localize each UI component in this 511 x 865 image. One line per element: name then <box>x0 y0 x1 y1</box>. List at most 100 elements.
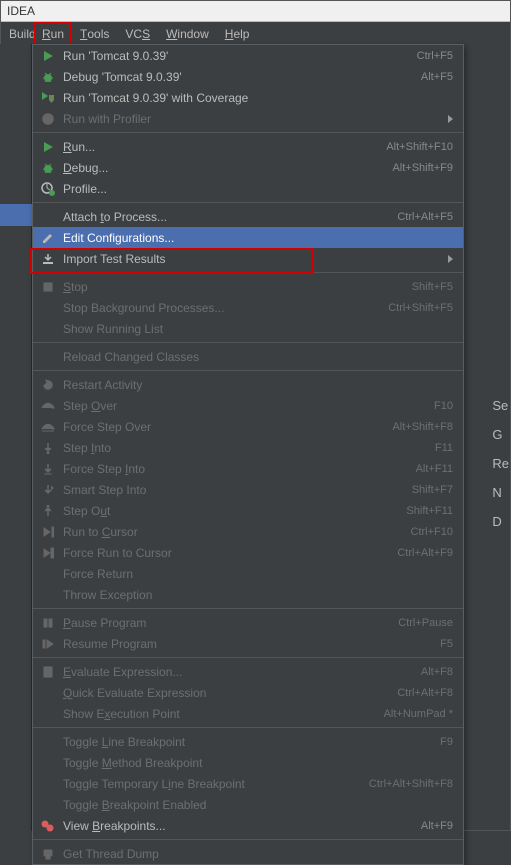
menu-item-show-running-list: Show Running List <box>33 318 463 339</box>
menu-item-toggle-method-breakpoint: Toggle Method Breakpoint <box>33 752 463 773</box>
menubar-run[interactable]: Run <box>34 22 72 46</box>
menu-item-label: Edit Configurations... <box>63 231 453 245</box>
menu-item-import-test-results[interactable]: Import Test Results <box>33 248 463 269</box>
play-green-icon <box>39 47 57 65</box>
menu-item-run-tomcat-9-0-39-with-coverage[interactable]: Run 'Tomcat 9.0.39' with Coverage <box>33 87 463 108</box>
force-run-cursor-icon <box>39 544 57 562</box>
menu-item-shortcut: Shift+F7 <box>412 484 453 496</box>
blank-icon <box>39 775 57 793</box>
menu-item-label: Force Step Into <box>63 462 416 476</box>
blank-icon <box>39 208 57 226</box>
thread-dump-icon <box>39 845 57 863</box>
blank-icon <box>39 299 57 317</box>
force-step-over-icon <box>39 418 57 436</box>
menu-item-smart-step-into: Smart Step IntoShift+F7 <box>33 479 463 500</box>
menu-item-label: Step Into <box>63 441 435 455</box>
menu-item-run-tomcat-9-0-39[interactable]: Run 'Tomcat 9.0.39'Ctrl+F5 <box>33 45 463 66</box>
right-label: G <box>492 427 509 442</box>
menu-item-label: Step Over <box>63 399 434 413</box>
menu-separator <box>33 272 463 273</box>
menu-item-label: Run 'Tomcat 9.0.39' <box>63 49 417 63</box>
menu-item-label: Evaluate Expression... <box>63 665 421 679</box>
menubar-build[interactable]: Build <box>1 22 34 46</box>
main-menubar: Build Run Tools VCS Window Help <box>1 22 510 46</box>
menu-item-label: Toggle Line Breakpoint <box>63 735 440 749</box>
menu-item-debug[interactable]: Debug...Alt+Shift+F9 <box>33 157 463 178</box>
menubar-vcs[interactable]: VCS <box>117 22 158 46</box>
edit-icon <box>39 229 57 247</box>
right-label: D <box>492 514 509 529</box>
stop-icon <box>39 278 57 296</box>
menu-separator <box>33 342 463 343</box>
menu-item-label: Debug 'Tomcat 9.0.39' <box>63 70 421 84</box>
menu-item-shortcut: Ctrl+F10 <box>411 526 454 538</box>
import-icon <box>39 250 57 268</box>
menu-item-label: Toggle Method Breakpoint <box>63 756 453 770</box>
menu-item-shortcut: Ctrl+Alt+F8 <box>397 687 453 699</box>
menu-item-toggle-breakpoint-enabled: Toggle Breakpoint Enabled <box>33 794 463 815</box>
blank-icon <box>39 565 57 583</box>
menu-item-label: Force Return <box>63 567 453 581</box>
menu-item-stop: StopShift+F5 <box>33 276 463 297</box>
submenu-arrow-icon <box>448 255 453 263</box>
menu-item-shortcut: Ctrl+Pause <box>398 617 453 629</box>
menu-item-label: Stop Background Processes... <box>63 301 388 315</box>
calc-icon <box>39 663 57 681</box>
window-title: IDEA <box>1 1 510 22</box>
restart-icon <box>39 376 57 394</box>
right-label: N <box>492 485 509 500</box>
menu-item-shortcut: Ctrl+Alt+Shift+F8 <box>369 778 453 790</box>
menu-item-label: Pause Program <box>63 616 398 630</box>
pause-icon <box>39 614 57 632</box>
menu-item-evaluate-expression: Evaluate Expression...Alt+F8 <box>33 661 463 682</box>
menu-item-shortcut: F11 <box>435 442 453 454</box>
menu-item-shortcut: Ctrl+Alt+F5 <box>397 211 453 223</box>
blank-icon <box>39 796 57 814</box>
run-menu-dropdown: Run 'Tomcat 9.0.39'Ctrl+F5Debug 'Tomcat … <box>32 44 464 865</box>
menu-item-label: Attach to Process... <box>63 210 397 224</box>
menu-item-attach-to-process[interactable]: Attach to Process...Ctrl+Alt+F5 <box>33 206 463 227</box>
menubar-help[interactable]: Help <box>217 22 258 46</box>
blank-icon <box>39 320 57 338</box>
menu-item-label: Quick Evaluate Expression <box>63 686 397 700</box>
menu-item-shortcut: F10 <box>434 400 453 412</box>
smart-step-icon <box>39 481 57 499</box>
menu-item-debug-tomcat-9-0-39[interactable]: Debug 'Tomcat 9.0.39'Alt+F5 <box>33 66 463 87</box>
sidebar-strip <box>0 44 32 831</box>
menu-item-label: Throw Exception <box>63 588 453 602</box>
menu-item-shortcut: Alt+F8 <box>421 666 453 678</box>
step-out-icon <box>39 502 57 520</box>
run-cursor-icon <box>39 523 57 541</box>
sidebar-selected-row <box>0 204 32 226</box>
menubar-tools[interactable]: Tools <box>72 22 117 46</box>
menu-separator <box>33 132 463 133</box>
menu-item-shortcut: F9 <box>440 736 453 748</box>
menu-item-shortcut: Alt+Shift+F9 <box>392 162 453 174</box>
menu-separator <box>33 370 463 371</box>
menu-item-label: Restart Activity <box>63 378 453 392</box>
menu-item-label: Step Out <box>63 504 406 518</box>
blank-icon <box>39 586 57 604</box>
menu-item-edit-configurations[interactable]: Edit Configurations... <box>33 227 463 248</box>
menu-item-label: Toggle Temporary Line Breakpoint <box>63 777 369 791</box>
menu-item-label: Run... <box>63 140 386 154</box>
menu-item-throw-exception: Throw Exception <box>33 584 463 605</box>
menu-item-shortcut: Alt+F5 <box>421 71 453 83</box>
menu-item-toggle-line-breakpoint: Toggle Line BreakpointF9 <box>33 731 463 752</box>
menu-item-label: Show Execution Point <box>63 707 384 721</box>
resume-icon <box>39 635 57 653</box>
menu-item-profile[interactable]: Profile... <box>33 178 463 199</box>
menu-item-label: Stop <box>63 280 412 294</box>
menu-item-label: Show Running List <box>63 322 453 336</box>
menubar-window[interactable]: Window <box>158 22 217 46</box>
play-shield-icon <box>39 89 57 107</box>
menu-item-run[interactable]: Run...Alt+Shift+F10 <box>33 136 463 157</box>
menu-item-stop-background-processes: Stop Background Processes...Ctrl+Shift+F… <box>33 297 463 318</box>
menu-item-label: Resume Program <box>63 637 440 651</box>
menu-item-shortcut: Shift+F11 <box>406 505 453 517</box>
play-green-icon <box>39 138 57 156</box>
menu-item-shortcut: Alt+Shift+F8 <box>392 421 453 433</box>
menu-separator <box>33 727 463 728</box>
menu-item-view-breakpoints[interactable]: View Breakpoints...Alt+F9 <box>33 815 463 836</box>
menu-item-label: Run with Profiler <box>63 112 442 126</box>
